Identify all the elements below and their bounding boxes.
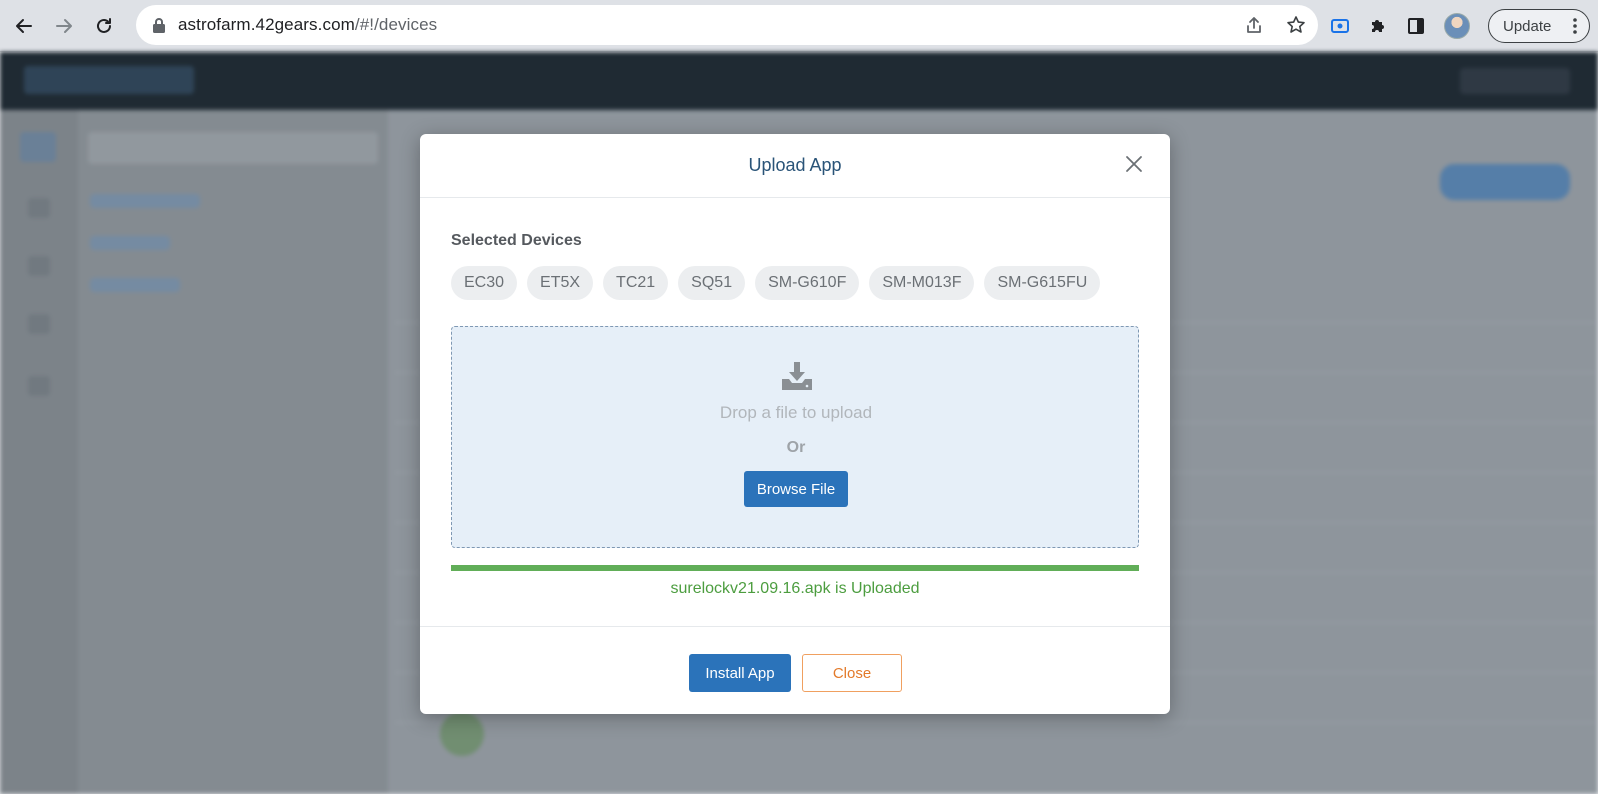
rail-item: [20, 132, 56, 162]
reload-button[interactable]: [88, 10, 120, 42]
upload-progress-fill: [451, 565, 1139, 571]
dialog-title: Upload App: [748, 155, 842, 175]
device-chip: SM-M013F: [869, 266, 975, 300]
app-left-rail: [0, 110, 78, 794]
selected-devices-label: Selected Devices: [451, 232, 582, 249]
download-icon: [782, 362, 812, 390]
table-divider: [395, 722, 1595, 723]
url-path: /#!/devices: [354, 15, 438, 34]
device-chip: EC30: [451, 266, 518, 300]
file-dropzone[interactable]: Drop a file to upload Or Browse File: [451, 326, 1139, 548]
share-icon[interactable]: [1244, 15, 1264, 35]
reload-icon: [97, 17, 111, 33]
arrow-left-icon: [16, 18, 32, 33]
rail-item: [28, 198, 50, 218]
dialog-header: Upload App: [420, 134, 1170, 198]
upload-status-text: surelockv21.09.16.apk is Uploaded: [670, 580, 920, 597]
rail-item: [28, 314, 50, 334]
rail-item: [28, 256, 50, 276]
update-label: Update: [1503, 17, 1552, 35]
device-chip-list: EC30 ET5X TC21 SQ51 SM-G610F SM-M013F SM…: [451, 266, 1101, 300]
install-app-button[interactable]: Install App: [689, 654, 791, 692]
puzzle-icon[interactable]: [1368, 16, 1388, 36]
side-panel-icon[interactable]: [1406, 16, 1426, 36]
device-thumbnail: [440, 712, 484, 756]
url-host: astrofarm.42gears.com: [178, 15, 355, 34]
device-chip: SQ51: [678, 266, 746, 300]
lock-icon: [153, 18, 165, 33]
app-logo: [24, 66, 194, 94]
app-user-menu: [1460, 68, 1570, 94]
browse-file-button[interactable]: Browse File: [744, 471, 848, 507]
profile-avatar[interactable]: [1444, 13, 1470, 39]
dropzone-text: Drop a file to upload: [719, 403, 873, 422]
more-vertical-icon: [1573, 18, 1577, 34]
dialog-footer: Install App Close: [420, 626, 1170, 714]
app-primary-button: [1440, 164, 1570, 200]
upload-app-dialog: Upload App Selected Devices EC30 ET5X TC…: [420, 134, 1170, 714]
tree-item: [90, 278, 180, 292]
address-bar[interactable]: astrofarm.42gears.com/#!/devices: [136, 5, 1318, 45]
device-chip: SM-G610F: [755, 266, 860, 300]
close-icon[interactable]: [1124, 154, 1144, 174]
update-button[interactable]: Update: [1488, 9, 1590, 43]
back-button[interactable]: [8, 10, 40, 42]
url-text: astrofarm.42gears.com/#!/devices: [178, 15, 437, 35]
tree-item: [90, 236, 170, 250]
forward-button[interactable]: [48, 10, 80, 42]
app-header: [0, 52, 1598, 110]
dropzone-or-text: Or: [786, 439, 806, 456]
device-chip: SM-G615FU: [984, 266, 1101, 300]
device-chip: TC21: [603, 266, 669, 300]
rail-item: [28, 376, 50, 396]
tree-search: [88, 132, 378, 164]
app-tree-panel: [78, 110, 388, 794]
close-button[interactable]: Close: [802, 654, 902, 692]
star-icon[interactable]: [1286, 15, 1306, 35]
tree-item: [90, 194, 200, 208]
upload-progress-bar: [451, 565, 1139, 571]
arrow-right-icon: [56, 18, 72, 33]
browser-toolbar: astrofarm.42gears.com/#!/devices Update: [0, 0, 1598, 52]
device-chip: ET5X: [527, 266, 594, 300]
screen-capture-icon[interactable]: [1330, 16, 1350, 36]
